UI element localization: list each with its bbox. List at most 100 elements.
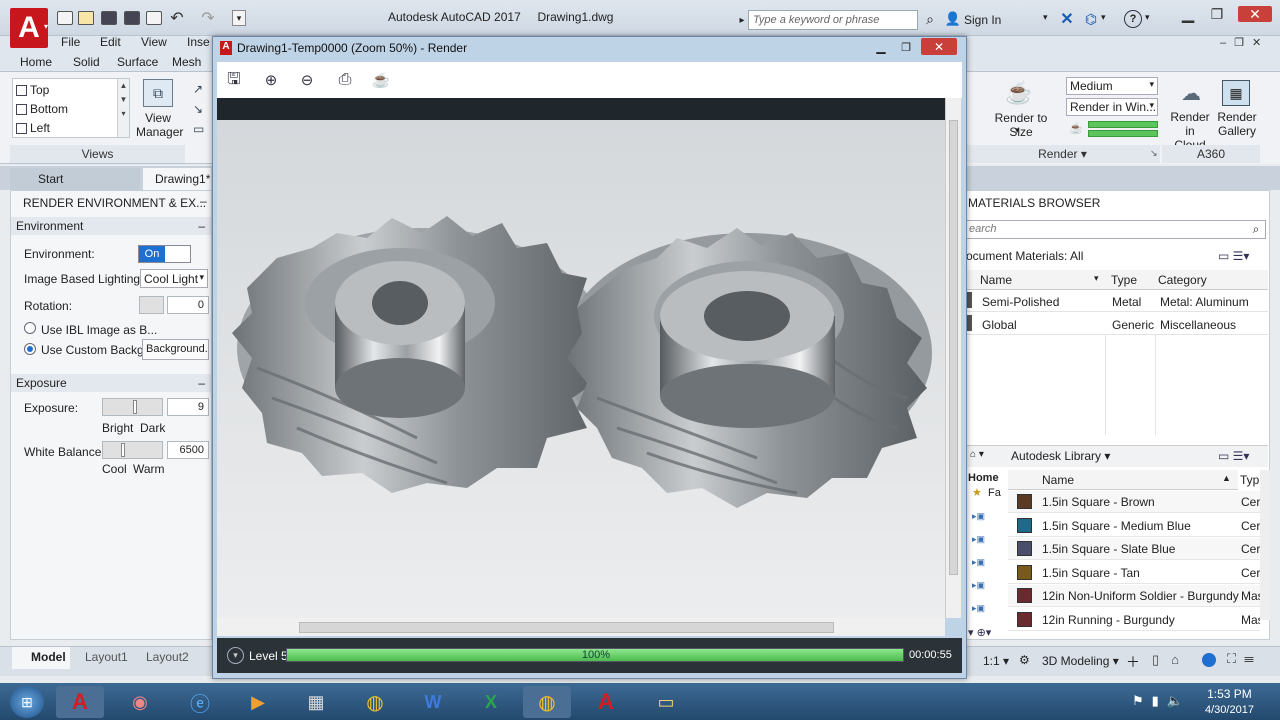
excel-icon[interactable]: X xyxy=(467,686,515,718)
cancel-render-icon[interactable]: ☕ xyxy=(368,69,394,91)
plot-icon[interactable] xyxy=(146,11,162,25)
menu-file[interactable]: File xyxy=(61,35,80,49)
use-ibl-radio[interactable] xyxy=(24,322,36,334)
render-vertical-scrollbar[interactable] xyxy=(945,98,961,618)
exchange-apps-icon[interactable]: ✕ xyxy=(1058,10,1076,28)
redo-icon[interactable]: ↷ xyxy=(199,9,217,27)
chrome-icon[interactable]: ◍ xyxy=(351,686,399,718)
col-type-header[interactable]: Type xyxy=(1111,273,1137,287)
sign-in-button[interactable]: Sign In xyxy=(964,13,1001,27)
background-button[interactable]: Background... xyxy=(142,339,209,360)
zoom-in-icon[interactable]: ⊕ xyxy=(258,68,284,92)
system-tray-icons[interactable]: ⚑▮🔈 xyxy=(1132,693,1191,709)
render-panel-label[interactable]: Render ▾ xyxy=(965,145,1160,163)
rotation-input[interactable]: 0 xyxy=(167,296,209,314)
calculator-icon[interactable]: ▦ xyxy=(292,686,340,718)
library-scrollbar[interactable] xyxy=(1260,470,1270,620)
col-name-header[interactable]: Name xyxy=(980,273,1012,287)
workspace-switch[interactable]: 3D Modeling ▾ xyxy=(1042,654,1119,668)
new-file-icon[interactable] xyxy=(57,11,73,25)
help-icon[interactable]: ? xyxy=(1124,10,1142,28)
render-to-size-button[interactable]: Render to Size xyxy=(983,111,1059,139)
list-item[interactable]: 1.5in Square - Medium Blue Cer xyxy=(1008,514,1260,537)
annotation-scale[interactable]: 1:1 ▾ xyxy=(983,654,1009,668)
undo-icon[interactable]: ↶ xyxy=(168,9,186,27)
view-manager-button[interactable]: View Manager xyxy=(136,111,183,139)
render-maximize-button[interactable]: ❐ xyxy=(895,39,917,55)
sort-asc-icon[interactable]: ▲ xyxy=(1222,473,1231,483)
slider-thumb[interactable] xyxy=(133,400,137,414)
a360-connect-icon[interactable]: ⌬ xyxy=(1082,10,1100,28)
render-to-size-dropdown-icon[interactable]: ▾ xyxy=(1015,125,1020,136)
render-quality-select[interactable]: Medium ▾ xyxy=(1066,77,1158,95)
close-window-button[interactable]: ✕ xyxy=(1238,6,1272,22)
slider-thumb[interactable] xyxy=(121,443,125,457)
white-balance-input[interactable]: 6500 xyxy=(167,441,209,459)
environment-toggle[interactable]: On xyxy=(138,245,191,263)
word-icon[interactable]: W xyxy=(409,686,457,718)
chrome-active-icon[interactable]: ◍ xyxy=(523,686,571,718)
view-item-left[interactable]: Left xyxy=(16,121,50,135)
viewport-tools-icon[interactable]: ↗ ↘ ▭ xyxy=(193,79,209,137)
tab-model[interactable]: Model xyxy=(12,647,70,669)
status-tray-icons[interactable]: ▯⌂ xyxy=(1152,652,1191,668)
tab-mesh[interactable]: Mesh xyxy=(172,55,201,69)
render-horizontal-scrollbar[interactable] xyxy=(217,618,945,636)
exposure-input[interactable]: 9 xyxy=(167,398,209,416)
ibl-select[interactable]: Cool Light ▾ xyxy=(140,269,208,288)
menu-insert[interactable]: Inse xyxy=(187,35,210,49)
fullscreen-customize-icons[interactable]: ⛶☰ xyxy=(1227,651,1262,667)
print-icon[interactable]: ⎙ xyxy=(332,69,358,91)
binoculars-icon[interactable]: ⌕ xyxy=(921,11,939,27)
list-item[interactable]: 1.5in Square - Brown Cer xyxy=(1008,491,1260,513)
file-tab-start[interactable]: Start xyxy=(10,168,140,190)
sort-dropdown-icon[interactable]: ▾ xyxy=(1094,273,1099,284)
favorites-star-icon[interactable]: ★ xyxy=(972,486,982,499)
list-item[interactable]: 1.5in Square - Slate Blue Cer xyxy=(1008,538,1260,560)
menu-view[interactable]: View xyxy=(141,35,167,49)
list-item[interactable]: 12in Non-Uniform Soldier - BurgundyMas xyxy=(1008,585,1260,607)
materials-search-input[interactable]: earch xyxy=(966,220,1266,239)
panel-launcher-icon[interactable]: ↘ xyxy=(1150,148,1158,159)
quick-access-dropdown-icon[interactable]: ▾ xyxy=(232,10,246,26)
scroll-thumb[interactable] xyxy=(299,622,834,633)
lib-col-type-header[interactable]: Typ xyxy=(1240,473,1259,487)
tab-home[interactable]: Home xyxy=(20,55,52,69)
col-category-header[interactable]: Category xyxy=(1158,273,1207,287)
media-player-icon[interactable]: ▶ xyxy=(234,686,282,718)
library-bottom-tools-icon[interactable]: ▾ ⊕▾ xyxy=(968,626,991,639)
list-item[interactable]: 12in Running - Burgundy Mas xyxy=(1008,608,1260,631)
tab-layout1[interactable]: Layout1 xyxy=(85,650,128,664)
palette-collapse-icon[interactable]: – xyxy=(200,194,207,208)
search-expand-icon[interactable]: ▸ xyxy=(737,12,747,28)
exposure-section-header[interactable]: Exposure – xyxy=(11,374,211,392)
start-button[interactable]: ⊞ xyxy=(10,686,44,718)
file-tab-drawing1[interactable]: Drawing1* xyxy=(143,168,211,190)
file-explorer-icon[interactable]: ▭ xyxy=(642,686,690,718)
autocad-alt-taskbar-icon[interactable]: A xyxy=(582,686,630,718)
zoom-out-icon[interactable]: ⊖ xyxy=(294,68,320,92)
open-folder-icon[interactable] xyxy=(78,11,94,25)
hardware-acceleration-icon[interactable] xyxy=(1202,653,1216,667)
view-item-bottom[interactable]: Bottom xyxy=(16,102,68,116)
search-icon[interactable]: ⌕ xyxy=(1248,221,1264,237)
list-item[interactable]: 1.5in Square - Tan Cer xyxy=(1008,561,1260,584)
tab-solid[interactable]: Solid xyxy=(73,55,100,69)
internet-explorer-icon[interactable]: ⓔ xyxy=(176,686,224,718)
library-tree-nodes[interactable]: ▸▣ ▸▣ ▸▣ ▸▣ ▸▣ xyxy=(972,505,994,615)
user-icon[interactable]: 👤 xyxy=(945,11,961,27)
help-dropdown-icon[interactable]: ▾ xyxy=(1145,12,1150,23)
white-balance-slider[interactable] xyxy=(102,441,163,459)
rotation-slider[interactable] xyxy=(139,296,164,314)
restore-window-button[interactable]: ❐ xyxy=(1207,6,1227,22)
render-details-expand-icon[interactable]: ▾ xyxy=(227,647,244,664)
system-clock[interactable]: 1:53 PM 4/30/2017 xyxy=(1205,687,1254,718)
search-input[interactable]: Type a keyword or phrase xyxy=(748,10,918,30)
library-tree-home[interactable]: Home xyxy=(968,472,999,484)
render-minimize-button[interactable]: ▁ xyxy=(870,39,892,55)
tab-surface[interactable]: Surface xyxy=(117,55,158,69)
render-in-select[interactable]: Render in Win... ▾ xyxy=(1066,98,1158,116)
views-list-scroll[interactable]: ▲ ▼ ▾ xyxy=(117,79,129,137)
save-as-icon[interactable] xyxy=(124,11,140,25)
environment-section-header[interactable]: Environment – xyxy=(11,217,211,235)
